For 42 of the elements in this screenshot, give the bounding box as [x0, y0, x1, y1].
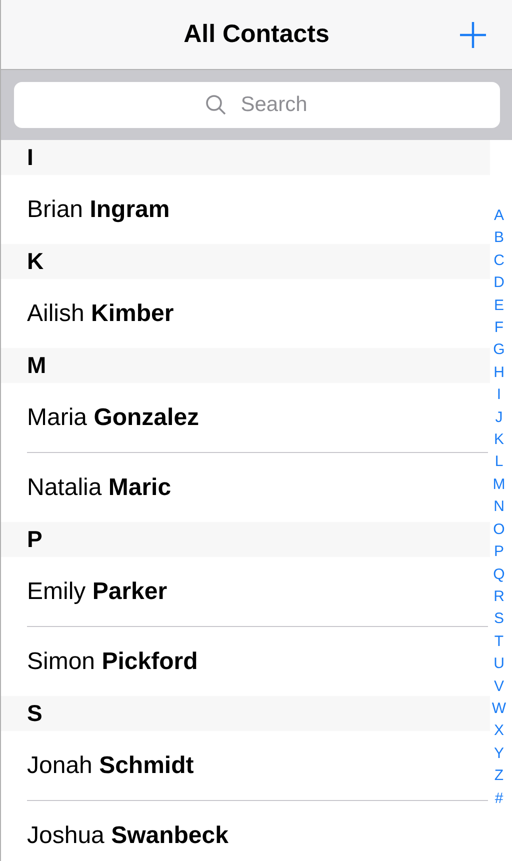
contact-row[interactable]: Ailish Kimber: [1, 279, 488, 348]
section-letter: K: [27, 248, 44, 275]
index-letter[interactable]: C: [494, 250, 504, 272]
index-letter[interactable]: V: [494, 676, 504, 698]
index-letter[interactable]: F: [494, 317, 504, 340]
contact-row[interactable]: Emily Parker: [1, 557, 488, 626]
add-icon[interactable]: [458, 20, 488, 50]
index-letter[interactable]: W: [492, 698, 506, 720]
index-letter[interactable]: B: [494, 227, 504, 250]
index-letter[interactable]: S: [494, 608, 504, 631]
contact-row[interactable]: Maria Gonzalez: [1, 383, 488, 452]
index-letter[interactable]: T: [494, 630, 504, 654]
index-letter[interactable]: Y: [494, 742, 504, 766]
section-letter: M: [27, 352, 46, 379]
index-letter[interactable]: #: [494, 788, 504, 810]
index-letter[interactable]: R: [494, 586, 504, 608]
section-letter: I: [27, 144, 34, 171]
contact-row[interactable]: Joshua Swanbeck: [27, 800, 488, 861]
section-letter: S: [27, 700, 42, 727]
index-letter[interactable]: Z: [494, 765, 504, 788]
index-letter[interactable]: O: [493, 518, 505, 542]
contact-row[interactable]: Jonah Schmidt: [1, 731, 488, 800]
search-icon: [205, 94, 227, 116]
index-letter[interactable]: N: [494, 496, 504, 519]
screen-title: All Contacts: [184, 20, 330, 49]
index-letter[interactable]: H: [494, 362, 504, 384]
index-letter[interactable]: X: [494, 720, 504, 743]
search-field[interactable]: Search: [14, 82, 500, 128]
index-letter[interactable]: Q: [493, 564, 505, 586]
section-letter: P: [27, 526, 42, 553]
index-letter[interactable]: G: [493, 339, 505, 362]
index-letter[interactable]: L: [494, 451, 504, 474]
index-letter[interactable]: D: [494, 272, 504, 295]
index-letter[interactable]: J: [495, 406, 503, 430]
index-letter[interactable]: P: [494, 541, 504, 564]
index-letter[interactable]: E: [494, 294, 504, 318]
index-letter[interactable]: U: [494, 653, 504, 676]
index-letter[interactable]: M: [492, 474, 506, 496]
index-letter[interactable]: I: [496, 384, 502, 407]
index-letter[interactable]: A: [494, 205, 504, 228]
contact-row[interactable]: Brian Ingram: [1, 175, 488, 244]
index-letter[interactable]: K: [494, 429, 504, 452]
